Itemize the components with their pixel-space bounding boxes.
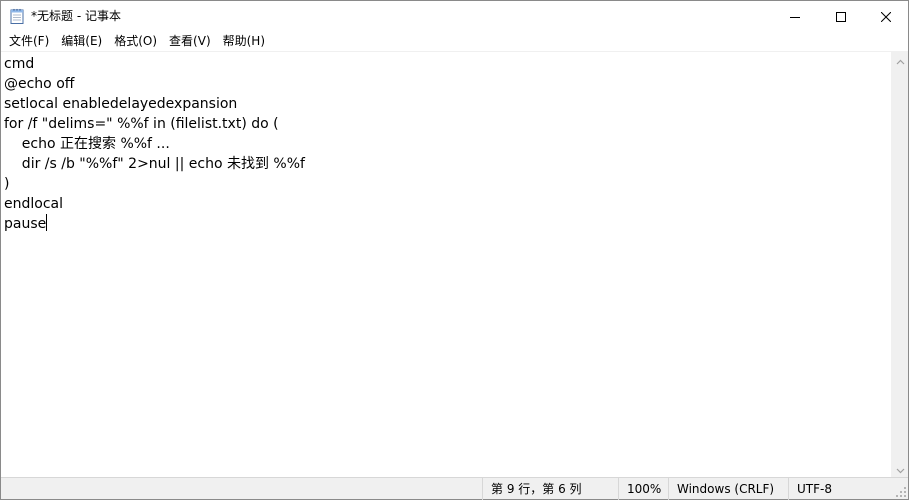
title-bar[interactable]: *无标题 - 记事本 xyxy=(1,1,908,31)
status-cursor-position: 第 9 行，第 6 列 xyxy=(482,478,618,500)
status-bar: 第 9 行，第 6 列 100% Windows (CRLF) UTF-8 xyxy=(1,477,908,500)
menu-file[interactable]: 文件(F) xyxy=(3,31,55,51)
maximize-icon xyxy=(836,7,846,26)
editor-line-7: ) xyxy=(4,176,10,192)
menu-edit[interactable]: 编辑(E) xyxy=(55,31,108,51)
editor-line-4: for /f "delims=" %%f in (filelist.txt) d… xyxy=(4,116,279,132)
minimize-button[interactable] xyxy=(772,1,818,31)
editor-line-1: cmd xyxy=(4,56,35,72)
close-button[interactable] xyxy=(863,1,909,31)
window-title: *无标题 - 记事本 xyxy=(31,9,121,23)
notepad-icon xyxy=(10,8,24,24)
menu-view[interactable]: 查看(V) xyxy=(163,31,217,51)
editor-line-8: endlocal xyxy=(4,196,63,212)
scroll-up-arrow-icon xyxy=(896,50,905,69)
close-icon xyxy=(880,7,892,26)
vertical-scrollbar[interactable] xyxy=(891,51,908,477)
menu-help[interactable]: 帮助(H) xyxy=(217,31,271,51)
scroll-up-button[interactable] xyxy=(892,51,909,68)
menu-format[interactable]: 格式(O) xyxy=(108,31,163,51)
editor-line-6: dir /s /b "%%f" 2>nul || echo 未找到 %%f xyxy=(4,156,305,172)
scroll-down-arrow-icon xyxy=(896,459,905,478)
status-encoding: UTF-8 xyxy=(788,478,891,500)
editor-line-9-text: pause xyxy=(4,216,47,232)
resize-grip-icon[interactable] xyxy=(893,484,907,498)
text-editor-area[interactable]: cmd @echo off setlocal enabledelayedexpa… xyxy=(1,51,891,477)
editor-line-2: @echo off xyxy=(4,76,75,92)
notepad-window: *无标题 - 记事本 文件(F) 编辑(E) 格式(O) 查看(V) 帮助(H)… xyxy=(0,0,909,500)
minimize-icon xyxy=(790,7,800,26)
maximize-button[interactable] xyxy=(818,1,864,31)
editor-line-3: setlocal enabledelayedexpansion xyxy=(4,96,238,112)
menu-bar: 文件(F) 编辑(E) 格式(O) 查看(V) 帮助(H) xyxy=(1,31,908,51)
text-caret xyxy=(46,214,48,231)
scroll-down-button[interactable] xyxy=(892,460,909,477)
editor-line-5: echo 正在搜索 %%f ... xyxy=(4,136,170,152)
editor-line-9: pause xyxy=(4,214,48,234)
status-line-ending: Windows (CRLF) xyxy=(668,478,788,500)
status-zoom-level: 100% xyxy=(618,478,668,500)
